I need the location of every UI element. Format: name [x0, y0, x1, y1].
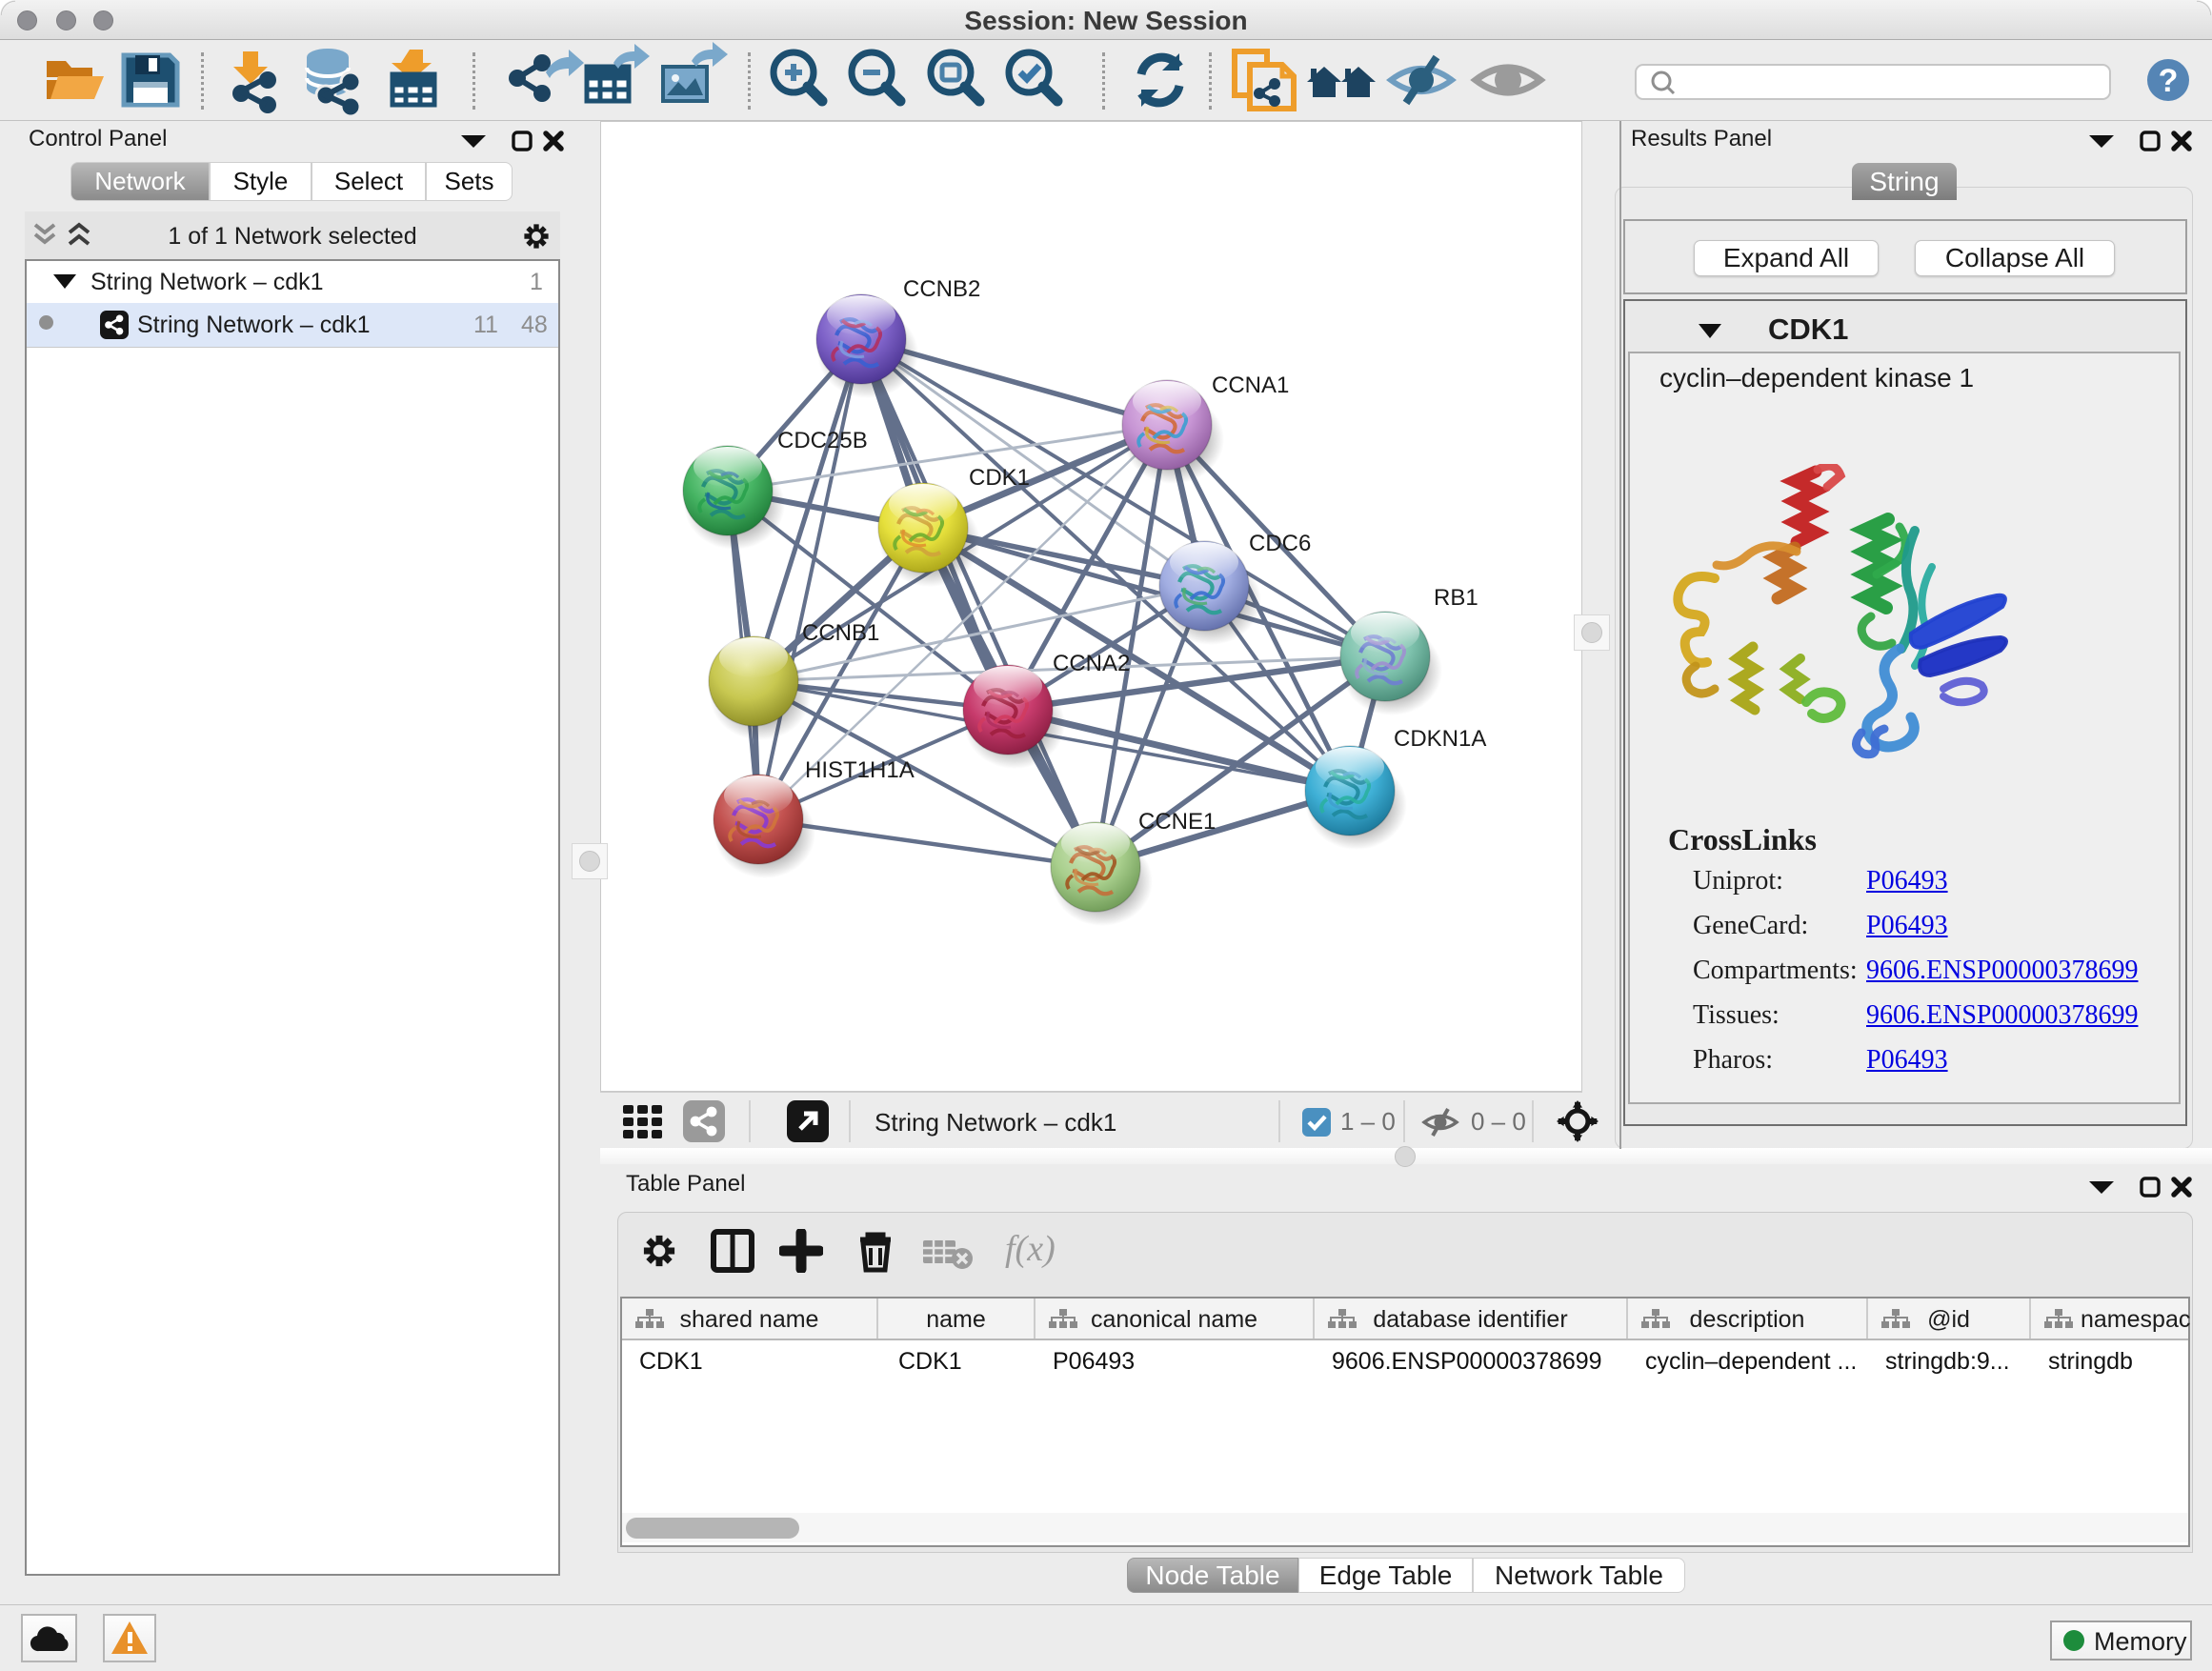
svg-text:CDC25B: CDC25B [777, 428, 868, 453]
svg-text:CDK1: CDK1 [969, 465, 1030, 491]
svg-text:CCNA1: CCNA1 [1212, 372, 1289, 398]
svg-text:CCNA2: CCNA2 [1053, 651, 1130, 676]
svg-text:CDKN1A: CDKN1A [1394, 726, 1486, 752]
svg-text:CCNB2: CCNB2 [903, 276, 980, 302]
svg-text:CCNE1: CCNE1 [1138, 809, 1216, 835]
svg-text:CDC6: CDC6 [1249, 531, 1311, 556]
svg-text:CCNB1: CCNB1 [802, 620, 879, 646]
svg-text:HIST1H1A: HIST1H1A [805, 757, 915, 783]
svg-text:?: ? [2159, 63, 2179, 99]
svg-text:RB1: RB1 [1434, 585, 1478, 611]
